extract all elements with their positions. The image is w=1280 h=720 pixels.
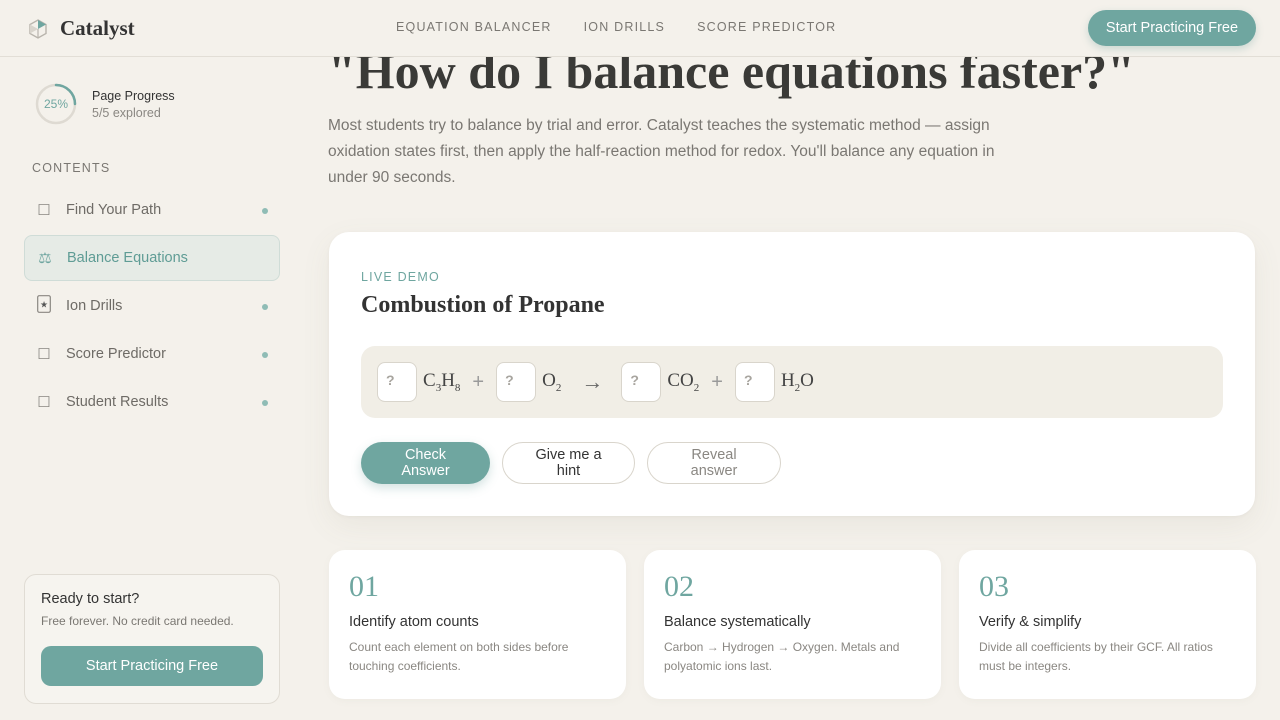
step-card: 01 Identify atom counts Count each eleme… <box>329 550 626 699</box>
sidebar-item-ion-drills[interactable]: ★ Ion Drills <box>24 283 280 329</box>
page-progress: 25% Page Progress 5/5 explored <box>35 83 175 125</box>
top-header: Catalyst EQUATION BALANCER ION DRILLS SC… <box>0 0 1280 57</box>
sidebar: 25% Page Progress 5/5 explored CONTENTS … <box>0 57 304 720</box>
contents-label: CONTENTS <box>32 161 111 175</box>
step-number: 01 <box>349 570 379 603</box>
step-card: 03 Verify & simplify Divide all coeffici… <box>959 550 1256 699</box>
sidebar-start-practicing-button[interactable]: Start Practicing Free <box>41 646 263 686</box>
reaction-arrow-icon: → <box>581 369 604 394</box>
coefficient-input-co2[interactable]: ? <box>621 362 662 402</box>
brand[interactable]: Catalyst <box>27 16 135 41</box>
star-card-icon: ★ <box>36 295 52 317</box>
step-description: Count each element on both sides before … <box>349 640 569 673</box>
sidebar-item-score-predictor[interactable]: ☐ Score Predictor <box>24 331 280 377</box>
step-description: Carbon → Hydrogen → Oxygen. Metals and p… <box>664 640 900 673</box>
top-nav: EQUATION BALANCER ION DRILLS SCORE PREDI… <box>396 20 868 34</box>
sidebar-item-label: Ion Drills <box>66 298 123 314</box>
catalyst-logo-icon <box>27 18 49 40</box>
page-icon: ☐ <box>37 202 51 219</box>
formula-o2: O2 <box>542 370 562 394</box>
sidebar-nav: ☐ Find Your Path ⚖ Balance Equations ★ I… <box>24 187 280 427</box>
svg-text:★: ★ <box>40 301 48 311</box>
step-title: Balance systematically <box>664 614 811 630</box>
coefficient-input-o2[interactable]: ? <box>496 362 537 402</box>
step-title: Identify atom counts <box>349 614 479 630</box>
brand-name: Catalyst <box>60 16 135 40</box>
step-title: Verify & simplify <box>979 614 1082 630</box>
formula-c3h8: C3H8 <box>423 370 461 394</box>
reveal-answer-button[interactable]: Reveal answer <box>647 442 781 484</box>
start-practicing-button[interactable]: Start Practicing Free <box>1088 10 1256 46</box>
sidebar-item-label: Score Predictor <box>66 346 166 362</box>
unvisited-dot <box>262 304 268 310</box>
progress-subtitle: 5/5 explored <box>92 105 161 120</box>
sidebar-item-find-your-path[interactable]: ☐ Find Your Path <box>24 187 280 233</box>
hint-button[interactable]: Give me a hint <box>502 442 635 484</box>
hero-subtitle: Most students try to balance by trial an… <box>328 117 995 186</box>
demo-title: Combustion of Propane <box>361 292 605 318</box>
scale-icon: ⚖ <box>38 250 52 267</box>
step-card: 02 Balance systematically Carbon → Hydro… <box>644 550 941 699</box>
page-icon: ☐ <box>37 346 51 363</box>
sidebar-item-label: Balance Equations <box>67 250 188 266</box>
nav-ion-drills[interactable]: ION DRILLS <box>584 20 665 34</box>
formula-co2: CO2 <box>667 370 700 394</box>
page-icon: ☐ <box>37 394 51 411</box>
step-number: 03 <box>979 570 1009 603</box>
cta-card-subtitle: Free forever. No credit card needed. <box>41 614 234 628</box>
progress-ring: 25% <box>35 83 77 125</box>
progress-percent: 25% <box>43 97 69 111</box>
plus-sign: + <box>711 370 723 393</box>
unvisited-dot <box>262 352 268 358</box>
unvisited-dot <box>262 400 268 406</box>
nav-score-predictor[interactable]: SCORE PREDICTOR <box>697 20 836 34</box>
progress-title: Page Progress <box>92 88 175 103</box>
sidebar-item-balance-equations[interactable]: ⚖ Balance Equations <box>24 235 280 281</box>
sidebar-item-label: Find Your Path <box>66 202 162 218</box>
coefficient-input-h2o[interactable]: ? <box>734 362 775 402</box>
demo-actions: Check Answer Give me a hint Reveal answe… <box>361 442 793 484</box>
equation-row: ? C3H8 + ? O2 → ? CO2 + ? H2O <box>361 346 1223 418</box>
step-description: Divide all coefficients by their GCF. Al… <box>979 640 1213 673</box>
sidebar-item-label: Student Results <box>66 394 169 410</box>
demo-label: LIVE DEMO <box>361 270 440 284</box>
formula-h2o: H2O <box>780 370 814 394</box>
cta-card-title: Ready to start? <box>41 591 140 607</box>
coefficient-input-c3h8[interactable]: ? <box>377 362 417 402</box>
live-demo-card: LIVE DEMO Combustion of Propane ? C3H8 +… <box>329 232 1255 516</box>
plus-sign: + <box>472 370 485 393</box>
sidebar-item-student-results[interactable]: ☐ Student Results <box>24 379 280 425</box>
steps: 01 Identify atom counts Count each eleme… <box>329 550 1274 699</box>
unvisited-dot <box>262 208 268 214</box>
cta-card: Ready to start? Free forever. No credit … <box>24 574 280 704</box>
step-number: 02 <box>664 570 694 603</box>
check-answer-button[interactable]: Check Answer <box>361 442 490 484</box>
nav-equation-balancer[interactable]: EQUATION BALANCER <box>396 20 552 34</box>
